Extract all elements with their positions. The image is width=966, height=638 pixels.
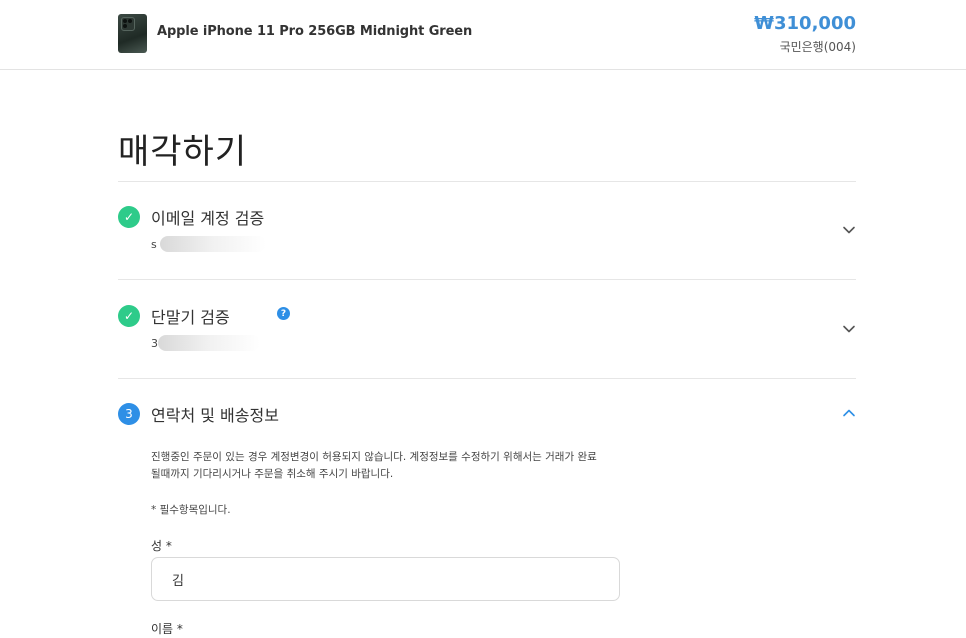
chevron-down-icon[interactable] [842,223,856,237]
step-title: 연락처 및 배송정보 [151,406,279,425]
divider [118,279,856,280]
product-name: Apple iPhone 11 Pro 256GB Midnight Green [157,24,473,39]
chevron-up-icon[interactable] [842,406,856,420]
last-name-input[interactable] [151,557,620,601]
check-icon: ✓ [118,206,140,228]
account-change-notice: 진행중인 주문이 있는 경우 계정변경이 허용되지 않습니다. 계정정보를 수정… [151,449,671,483]
help-icon[interactable]: ? [277,307,290,320]
notice-line: 진행중인 주문이 있는 경우 계정변경이 허용되지 않습니다. 계정정보를 수정… [151,451,597,463]
notice-line: 될때까지 기다리시거나 주문을 취소해 주시기 바랍니다. [151,468,394,480]
redacted-blur [160,236,266,252]
bank-name: 국민은행(004) [779,40,856,54]
chevron-down-icon[interactable] [842,322,856,336]
divider [118,181,856,182]
price: ₩310,000 [754,13,856,34]
page-title: 매각하기 [118,132,248,172]
step-number-badge: 3 [118,403,140,425]
phone-thumbnail-icon [118,14,147,53]
step-title: 단말기 검증 [151,308,230,327]
required-note: * 필수항목입니다. [151,504,231,516]
last-name-label: 성 * [151,539,172,553]
divider [118,378,856,379]
step-title: 이메일 계정 검증 [151,209,265,228]
email-value: s [151,238,157,251]
first-name-label: 이름 * [151,622,183,636]
device-value: 3 [151,337,158,350]
check-icon: ✓ [118,305,140,327]
order-summary-bar: Apple iPhone 11 Pro 256GB Midnight Green… [0,0,966,70]
redacted-blur [158,335,260,351]
